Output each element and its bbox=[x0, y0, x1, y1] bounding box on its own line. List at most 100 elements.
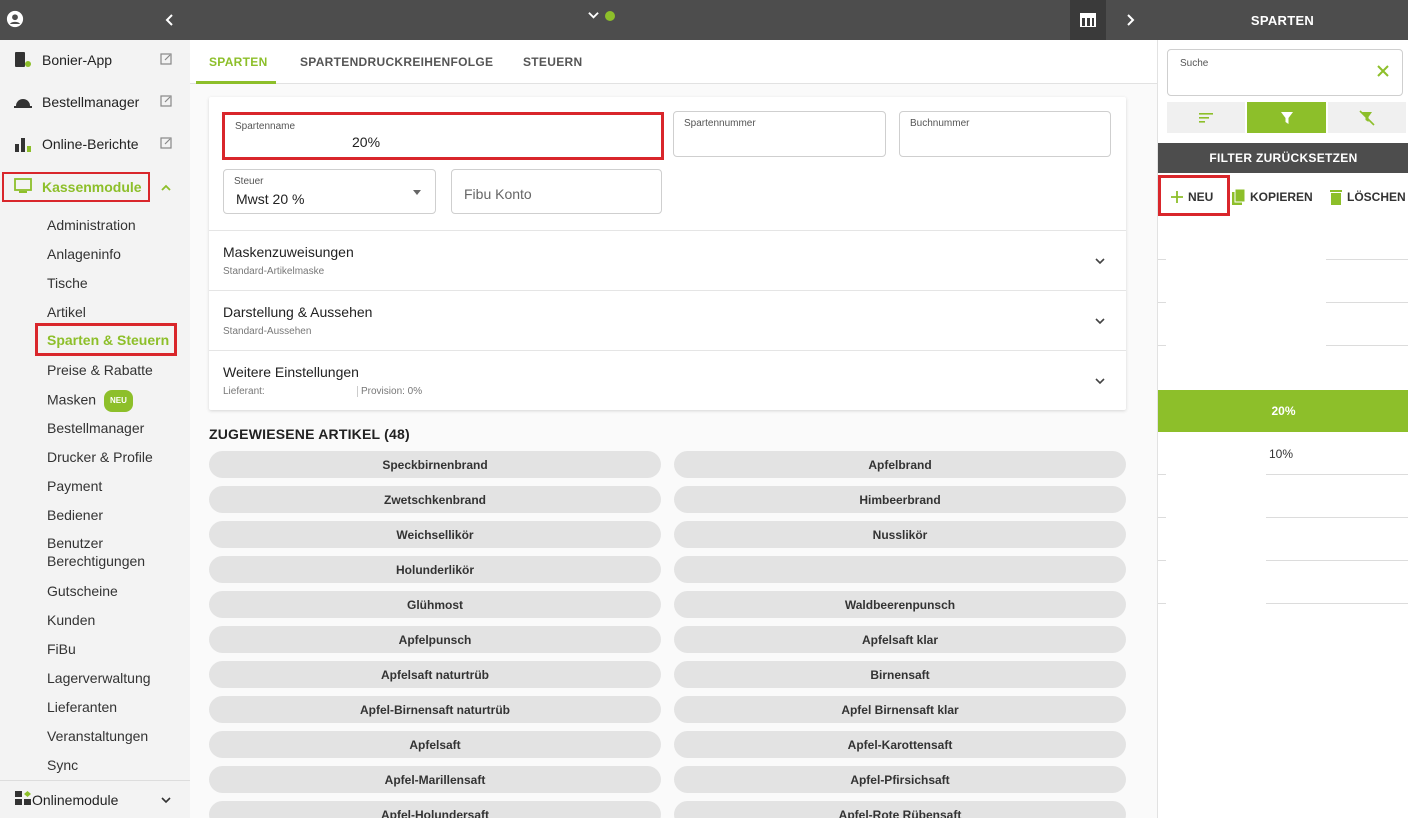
sidebar-sub-benutzer-berechtigungen[interactable]: Benutzer Berechtigungen bbox=[47, 534, 167, 570]
tab-steuern[interactable]: STEUERN bbox=[523, 55, 582, 69]
field-value: 20% bbox=[352, 134, 381, 150]
sidebar-sub-bestellmanager[interactable]: Bestellmanager bbox=[47, 419, 144, 437]
filter-off-icon bbox=[1359, 109, 1375, 126]
accordion-subtitle: Lieferant: bbox=[223, 386, 265, 397]
sidebar-item-online-berichte[interactable]: Online-Berichte bbox=[0, 129, 190, 159]
buchnummer-field[interactable]: Buchnummer bbox=[899, 111, 1111, 157]
accordion-title: Darstellung & Aussehen bbox=[223, 304, 373, 320]
external-link-icon bbox=[160, 95, 172, 107]
assigned-article-pill[interactable]: Apfelbrand bbox=[674, 451, 1126, 478]
plus-icon bbox=[1171, 191, 1183, 203]
account-icon[interactable] bbox=[6, 10, 24, 28]
field-label: Steuer bbox=[234, 176, 264, 187]
sidebar-sub-tische[interactable]: Tische bbox=[47, 274, 88, 292]
sparte-row[interactable]: 10% bbox=[1269, 447, 1293, 461]
clear-filter-button[interactable] bbox=[1328, 102, 1406, 133]
chevron-down-icon bbox=[1095, 318, 1105, 325]
filter-reset-button[interactable]: FILTER ZURÜCKSETZEN bbox=[1158, 143, 1408, 173]
table-view-button[interactable] bbox=[1070, 0, 1106, 40]
table-icon bbox=[1080, 13, 1096, 27]
chevron-down-icon[interactable] bbox=[160, 794, 172, 806]
sidebar-item-label: Bonier-App bbox=[42, 52, 113, 68]
assigned-article-pill[interactable] bbox=[674, 556, 1126, 583]
sidebar-sub-bediener[interactable]: Bediener bbox=[47, 506, 103, 524]
filter-icon bbox=[1280, 111, 1293, 124]
sidebar-sub-masken[interactable]: Masken NEU bbox=[47, 390, 133, 412]
search-field[interactable]: Suche bbox=[1167, 49, 1403, 96]
field-label: Spartennummer bbox=[684, 118, 756, 129]
clear-icon[interactable] bbox=[1376, 64, 1390, 78]
sparten-panel: Suche FILTER ZURÜCKSETZEN NEU KOPIEREN L… bbox=[1157, 40, 1408, 818]
new-button[interactable]: NEU bbox=[1170, 179, 1213, 215]
status-toggle[interactable] bbox=[588, 10, 615, 21]
sort-button[interactable] bbox=[1167, 102, 1245, 133]
main-content: SPARTEN SPARTENDRUCKREIHENFOLGE STEUERN … bbox=[190, 40, 1157, 818]
sidebar-sub-lieferanten[interactable]: Lieferanten bbox=[47, 698, 117, 716]
assigned-article-pill[interactable]: Zwetschkenbrand bbox=[209, 486, 661, 513]
assigned-article-pill[interactable]: Apfelpunsch bbox=[209, 626, 661, 653]
sidebar-sub-lagerverwaltung[interactable]: Lagerverwaltung bbox=[47, 669, 151, 687]
filter-button[interactable] bbox=[1247, 102, 1326, 133]
sidebar-sub-fibu[interactable]: FiBu bbox=[47, 640, 76, 658]
accordion-title: Weitere Einstellungen bbox=[223, 364, 359, 380]
sidebar-sub-preise-rabatte[interactable]: Preise & Rabatte bbox=[47, 361, 153, 379]
divider bbox=[1266, 517, 1408, 518]
sidebar-sub-veranstaltungen[interactable]: Veranstaltungen bbox=[47, 727, 148, 745]
fibu-konto-field[interactable]: Fibu Konto bbox=[451, 169, 662, 214]
steuer-select[interactable]: Steuer Mwst 20 % bbox=[223, 169, 436, 214]
new-badge: NEU bbox=[104, 390, 133, 412]
expand-panel-button[interactable] bbox=[1110, 0, 1150, 40]
sidebar-sub-drucker-profile[interactable]: Drucker & Profile bbox=[47, 448, 153, 466]
spartennummer-field[interactable]: Spartennummer bbox=[673, 111, 886, 157]
accordion-weitere-einstellungen[interactable]: Weitere Einstellungen Lieferant: Provisi… bbox=[209, 350, 1126, 410]
delete-label: LÖSCHEN bbox=[1347, 190, 1406, 204]
sidebar-sub-artikel[interactable]: Artikel bbox=[47, 303, 86, 321]
assigned-article-pill[interactable]: Glühmost bbox=[209, 591, 661, 618]
sidebar-item-kassenmodule[interactable]: Kassenmodule bbox=[2, 172, 150, 202]
assigned-article-pill[interactable]: Apfel-Pfirsichsaft bbox=[674, 766, 1126, 793]
tab-bar: SPARTEN SPARTENDRUCKREIHENFOLGE STEUERN bbox=[190, 40, 1157, 84]
divider bbox=[1326, 259, 1408, 260]
chevron-right-icon bbox=[1127, 14, 1135, 26]
delete-button[interactable]: LÖSCHEN bbox=[1330, 179, 1406, 215]
assigned-article-pill[interactable]: Apfelsaft klar bbox=[674, 626, 1126, 653]
copy-button[interactable]: KOPIEREN bbox=[1231, 179, 1313, 215]
assigned-article-pill[interactable]: Weichsellikör bbox=[209, 521, 661, 548]
sidebar-item-bestellmanager[interactable]: Bestellmanager bbox=[0, 87, 190, 117]
tab-spartendruckreihenfolge[interactable]: SPARTENDRUCKREIHENFOLGE bbox=[300, 55, 493, 69]
sidebar-sub-payment[interactable]: Payment bbox=[47, 477, 102, 495]
assigned-article-pill[interactable]: Apfel Birnensaft klar bbox=[674, 696, 1126, 723]
assigned-article-pill[interactable]: Apfel-Marillensaft bbox=[209, 766, 661, 793]
sparte-row-selected[interactable]: 20% bbox=[1158, 390, 1408, 432]
assigned-article-pill[interactable]: Holunderlikör bbox=[209, 556, 661, 583]
assigned-articles-title: ZUGEWIESENE ARTIKEL (48) bbox=[209, 426, 410, 442]
assigned-article-pill[interactable]: Apfel-Holundersaft bbox=[209, 801, 661, 818]
tab-sparten[interactable]: SPARTEN bbox=[209, 55, 268, 69]
assigned-article-pill[interactable]: Birnensaft bbox=[674, 661, 1126, 688]
sidebar-sub-sparten-steuern[interactable]: Sparten & Steuern bbox=[35, 323, 177, 356]
assigned-article-pill[interactable]: Apfel-Karottensaft bbox=[674, 731, 1126, 758]
sidebar-item-label: Masken bbox=[47, 391, 97, 408]
accordion-maskenzuweisungen[interactable]: Maskenzuweisungen Standard-Artikelmaske bbox=[209, 230, 1126, 290]
chevron-up-icon[interactable] bbox=[160, 182, 172, 194]
sidebar-sub-sync[interactable]: Sync bbox=[47, 756, 78, 774]
sidebar-item-bonier-app[interactable]: Bonier-App bbox=[0, 45, 190, 75]
assigned-article-pill[interactable]: Apfel-Birnensaft naturtrüb bbox=[209, 696, 661, 723]
spartenname-field[interactable]: Spartenname 20% bbox=[222, 112, 664, 160]
monitor-icon bbox=[14, 178, 32, 196]
sidebar-sub-administration[interactable]: Administration bbox=[47, 216, 136, 234]
accordion-darstellung[interactable]: Darstellung & Aussehen Standard-Aussehen bbox=[209, 290, 1126, 350]
assigned-article-pill[interactable]: Apfel-Rote Rübensaft bbox=[674, 801, 1126, 818]
assigned-article-pill[interactable]: Apfelsaft naturtrüb bbox=[209, 661, 661, 688]
sidebar-sub-kunden[interactable]: Kunden bbox=[47, 611, 95, 629]
sidebar-sub-anlageninfo[interactable]: Anlageninfo bbox=[47, 245, 121, 263]
assigned-article-pill[interactable]: Apfelsaft bbox=[209, 731, 661, 758]
assigned-article-pill[interactable]: Speckbirnenbrand bbox=[209, 451, 661, 478]
tab-indicator bbox=[196, 81, 276, 84]
collapse-sidebar-button[interactable] bbox=[150, 0, 190, 40]
assigned-article-pill[interactable]: Himbeerbrand bbox=[674, 486, 1126, 513]
assigned-article-pill[interactable]: Waldbeerenpunsch bbox=[674, 591, 1126, 618]
sidebar-item-onlinemodule[interactable]: Onlinemodule bbox=[0, 780, 190, 818]
sidebar-sub-gutscheine[interactable]: Gutscheine bbox=[47, 582, 118, 600]
assigned-article-pill[interactable]: Nusslikör bbox=[674, 521, 1126, 548]
